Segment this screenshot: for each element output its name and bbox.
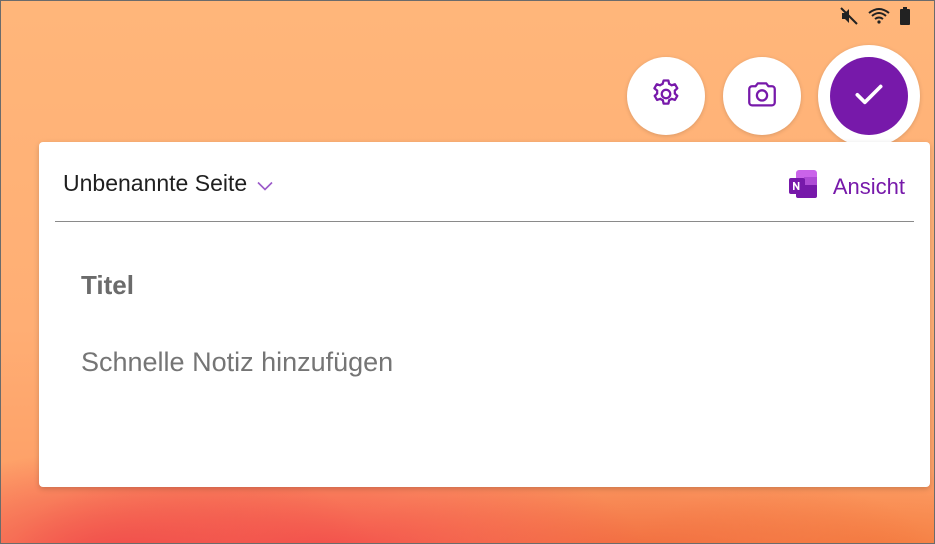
checkmark-icon [849, 74, 889, 119]
gear-icon [649, 77, 683, 116]
onenote-logo-icon [787, 168, 819, 206]
wifi-icon [867, 6, 891, 26]
confirm-button[interactable] [830, 57, 908, 135]
mute-icon [839, 6, 859, 26]
view-label: Ansicht [832, 174, 905, 199]
camera-button[interactable] [723, 57, 801, 135]
camera-icon [745, 77, 779, 116]
note-body-field[interactable]: Schnelle Notiz hinzufügen [81, 347, 393, 378]
quick-note-card: Unbenannte Seite Ansicht Titel Schnelle … [39, 142, 930, 487]
settings-button[interactable] [627, 57, 705, 135]
view-button[interactable]: Ansicht [787, 168, 905, 206]
page-name-label: Unbenannte Seite [63, 170, 248, 196]
status-bar [839, 6, 911, 26]
card-header: Unbenannte Seite Ansicht [55, 142, 914, 222]
battery-icon [899, 6, 911, 26]
title-field[interactable]: Titel [81, 270, 134, 301]
chevron-down-icon [257, 170, 273, 197]
page-name-dropdown[interactable]: Unbenannte Seite [63, 170, 273, 197]
